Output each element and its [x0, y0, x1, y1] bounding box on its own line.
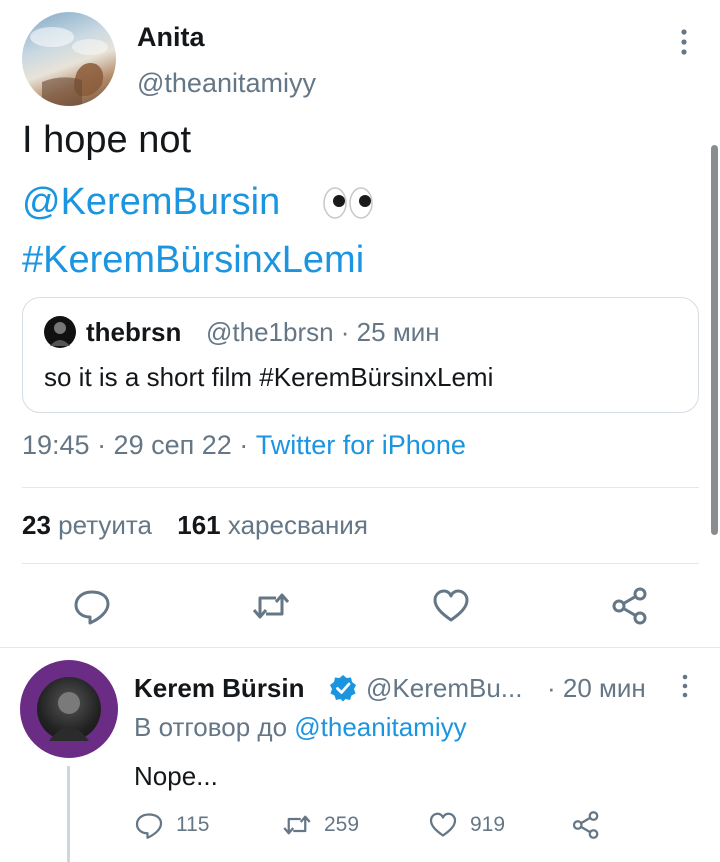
retweet-icon — [283, 815, 311, 835]
reply-like-count: 919 — [470, 813, 506, 836]
reply-author-avatar[interactable] — [20, 660, 118, 758]
reply-share-button[interactable] — [571, 808, 601, 842]
quoted-tweet-card[interactable]: thebrsn @the1brsn · 25 мин so it is a sh… — [22, 297, 699, 413]
retweet-count[interactable]: 23 — [22, 510, 51, 540]
share-icon[interactable] — [610, 586, 650, 626]
reply-reply-count: 115 — [176, 813, 210, 836]
divider — [22, 487, 699, 488]
tweet-mention-link[interactable]: @KeremBursin — [22, 180, 280, 224]
retweet-label[interactable]: ретуита — [58, 510, 152, 540]
thread-line — [67, 766, 70, 862]
reply-like-button[interactable]: 919 — [428, 808, 505, 842]
reply-icon[interactable] — [72, 586, 112, 626]
tweet-detail-page: Anita @theanitamiyy I hope not @KeremBur… — [0, 0, 720, 862]
retweet-icon[interactable] — [251, 586, 291, 626]
author-name[interactable]: Anita — [137, 22, 205, 53]
tweet-stats: 23 ретуита 161 харесвания — [22, 510, 368, 541]
divider — [22, 563, 699, 564]
share-icon — [572, 811, 599, 839]
quoted-author-meta: @the1brsn · 25 мин — [206, 317, 440, 347]
reply-retweet-count: 259 — [324, 813, 360, 836]
reply-reply-button[interactable]: 115 — [134, 808, 209, 842]
more-vertical-icon[interactable] — [678, 673, 692, 699]
quoted-author-avatar — [44, 316, 76, 348]
quoted-tweet-text: so it is a short film #KeremBürsinxLemi — [44, 362, 494, 392]
author-avatar[interactable] — [22, 12, 116, 106]
like-icon[interactable] — [431, 586, 471, 626]
reply-time[interactable]: · 20 мин — [547, 673, 646, 704]
reply-retweet-button[interactable]: 259 — [282, 808, 359, 842]
reply-author-handle[interactable]: @KeremBu... — [366, 673, 522, 704]
reply-icon — [135, 813, 163, 839]
quoted-author-name: thebrsn — [86, 317, 182, 347]
like-label[interactable]: харесвания — [228, 510, 368, 540]
section-separator — [0, 647, 720, 648]
author-handle[interactable]: @theanitamiyy — [137, 68, 316, 99]
reply-to-mention[interactable]: @theanitamiyy — [294, 712, 466, 742]
reply-to-label: В отговор до — [134, 712, 295, 742]
verified-badge-icon — [330, 675, 356, 702]
reply-author-name[interactable]: Kerem Bürsin — [134, 673, 305, 704]
like-icon — [429, 812, 457, 837]
more-vertical-icon[interactable] — [676, 28, 692, 56]
tweet-text: I hope not — [22, 119, 192, 161]
tweet-timestamp: 19:45 · 29 сеп 22 · Twitter for iPhone — [22, 430, 466, 461]
tweet-source-link[interactable]: Twitter for iPhone — [256, 430, 466, 460]
tweet-hashtag-link[interactable]: #KeremBürsinxLemi — [22, 238, 364, 282]
avatar-photo — [37, 677, 101, 741]
reply-text: Nope... — [134, 761, 218, 791]
like-count[interactable]: 161 — [177, 510, 220, 540]
reply-to-line: В отговор до @theanitamiyy — [134, 712, 467, 743]
timestamp-date: 19:45 · 29 сеп 22 · — [22, 430, 256, 460]
scrollbar[interactable] — [711, 145, 718, 535]
eyes-emoji-icon — [323, 187, 373, 219]
